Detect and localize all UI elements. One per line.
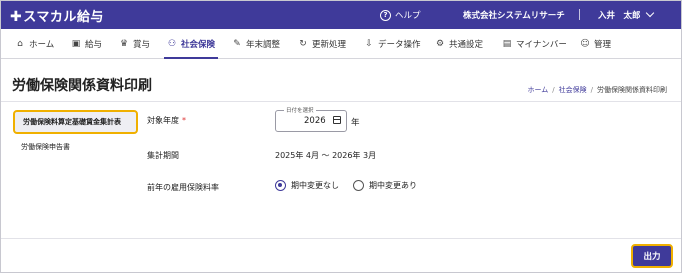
nav-item-social-insurance[interactable]: ⚇ 社会保険: [163, 29, 219, 59]
radio-unchecked-icon: [353, 180, 364, 191]
breadcrumb: ホーム / 社会保険 / 労働保険関係資料印刷: [527, 86, 667, 94]
company-name[interactable]: 株式会社システムリサーチ: [463, 9, 565, 21]
side-menu-labor-insurance-report[interactable]: 労働保険申告書: [13, 135, 138, 159]
download-icon: ⇩: [365, 39, 373, 49]
nav-item-year-end-adjustment[interactable]: ✎ 年末調整: [232, 29, 280, 59]
nav-item-admin[interactable]: ☺ 管理: [580, 29, 611, 59]
gear-icon: ⚙: [435, 39, 445, 49]
footer-divider: [1, 238, 681, 239]
home-icon: ⌂: [17, 39, 23, 49]
header-divider: [579, 9, 580, 20]
calendar-icon[interactable]: [333, 116, 341, 124]
payslip-icon: ▣: [71, 39, 81, 49]
title-divider: [1, 101, 681, 102]
period-value: 2025年 4月 ～ 2026年 3月: [275, 151, 377, 160]
help-button[interactable]: ? ヘルプ: [380, 9, 421, 21]
nav-item-update-process[interactable]: ↻ 更新処理: [298, 29, 346, 59]
fiscal-year-value: 2026: [304, 116, 326, 126]
user-name[interactable]: 入井 太郎: [598, 9, 641, 21]
chevron-down-icon[interactable]: [645, 8, 655, 18]
nav-item-common-settings[interactable]: ⚙ 共通設定: [435, 29, 483, 59]
top-bar: ✚スマカル給与 ? ヘルプ 株式会社システムリサーチ 入井 太郎: [1, 1, 681, 29]
people-icon: ⚇: [167, 39, 177, 49]
fiscal-year-picker[interactable]: 日付を選択 2026: [275, 106, 347, 132]
year-unit: 年: [351, 118, 360, 128]
radio-checked-icon: [275, 180, 286, 191]
help-icon: ?: [380, 9, 391, 21]
app-frame: ✚スマカル給与 ? ヘルプ 株式会社システムリサーチ 入井 太郎 ⌂ ホーム ▣ 給…: [0, 0, 682, 273]
side-menu-wage-summary[interactable]: 労働保険料算定基礎賃金集計表: [13, 110, 138, 134]
breadcrumb-social-insurance[interactable]: 社会保険: [559, 86, 587, 94]
nav-item-payroll[interactable]: ▣ 給与: [71, 29, 102, 59]
user-icon: ☺: [580, 39, 590, 49]
nav-item-home[interactable]: ⌂ ホーム: [15, 29, 54, 59]
breadcrumb-current: 労働保険関係資料印刷: [597, 86, 667, 94]
nav-item-bonus[interactable]: ♛ 賞与: [119, 29, 150, 59]
employment-rate-label: 前年の雇用保険料率: [147, 183, 219, 192]
help-label: ヘルプ: [395, 11, 421, 21]
nav-item-data-operation[interactable]: ⇩ データ操作: [364, 29, 420, 59]
page-title: 労働保険関係資料印刷: [12, 78, 152, 94]
date-picker-legend: 日付を選択: [284, 106, 316, 114]
breadcrumb-home[interactable]: ホーム: [527, 86, 548, 94]
app-logo[interactable]: ✚スマカル給与: [10, 6, 104, 25]
refresh-icon: ↻: [299, 39, 307, 49]
id-card-icon: ▤: [502, 39, 512, 49]
period-label: 集計期間: [147, 151, 179, 160]
radio-with-change[interactable]: 期中変更あり: [353, 180, 417, 191]
required-mark: *: [182, 116, 186, 125]
output-button[interactable]: 出力: [631, 244, 673, 268]
trophy-icon: ♛: [119, 39, 129, 49]
radio-no-change[interactable]: 期中変更なし: [275, 180, 339, 191]
fiscal-year-label: 対象年度 *: [147, 116, 186, 125]
nav-item-my-number[interactable]: ▤ マイナンバー: [502, 29, 567, 59]
main-nav: ⌂ ホーム ▣ 給与 ♛ 賞与 ⚇ 社会保険 ✎ 年末調整 ↻ 更新処理 ⇩ データ操作 ⚙ 共…: [1, 29, 681, 59]
edit-icon: ✎: [233, 39, 241, 49]
